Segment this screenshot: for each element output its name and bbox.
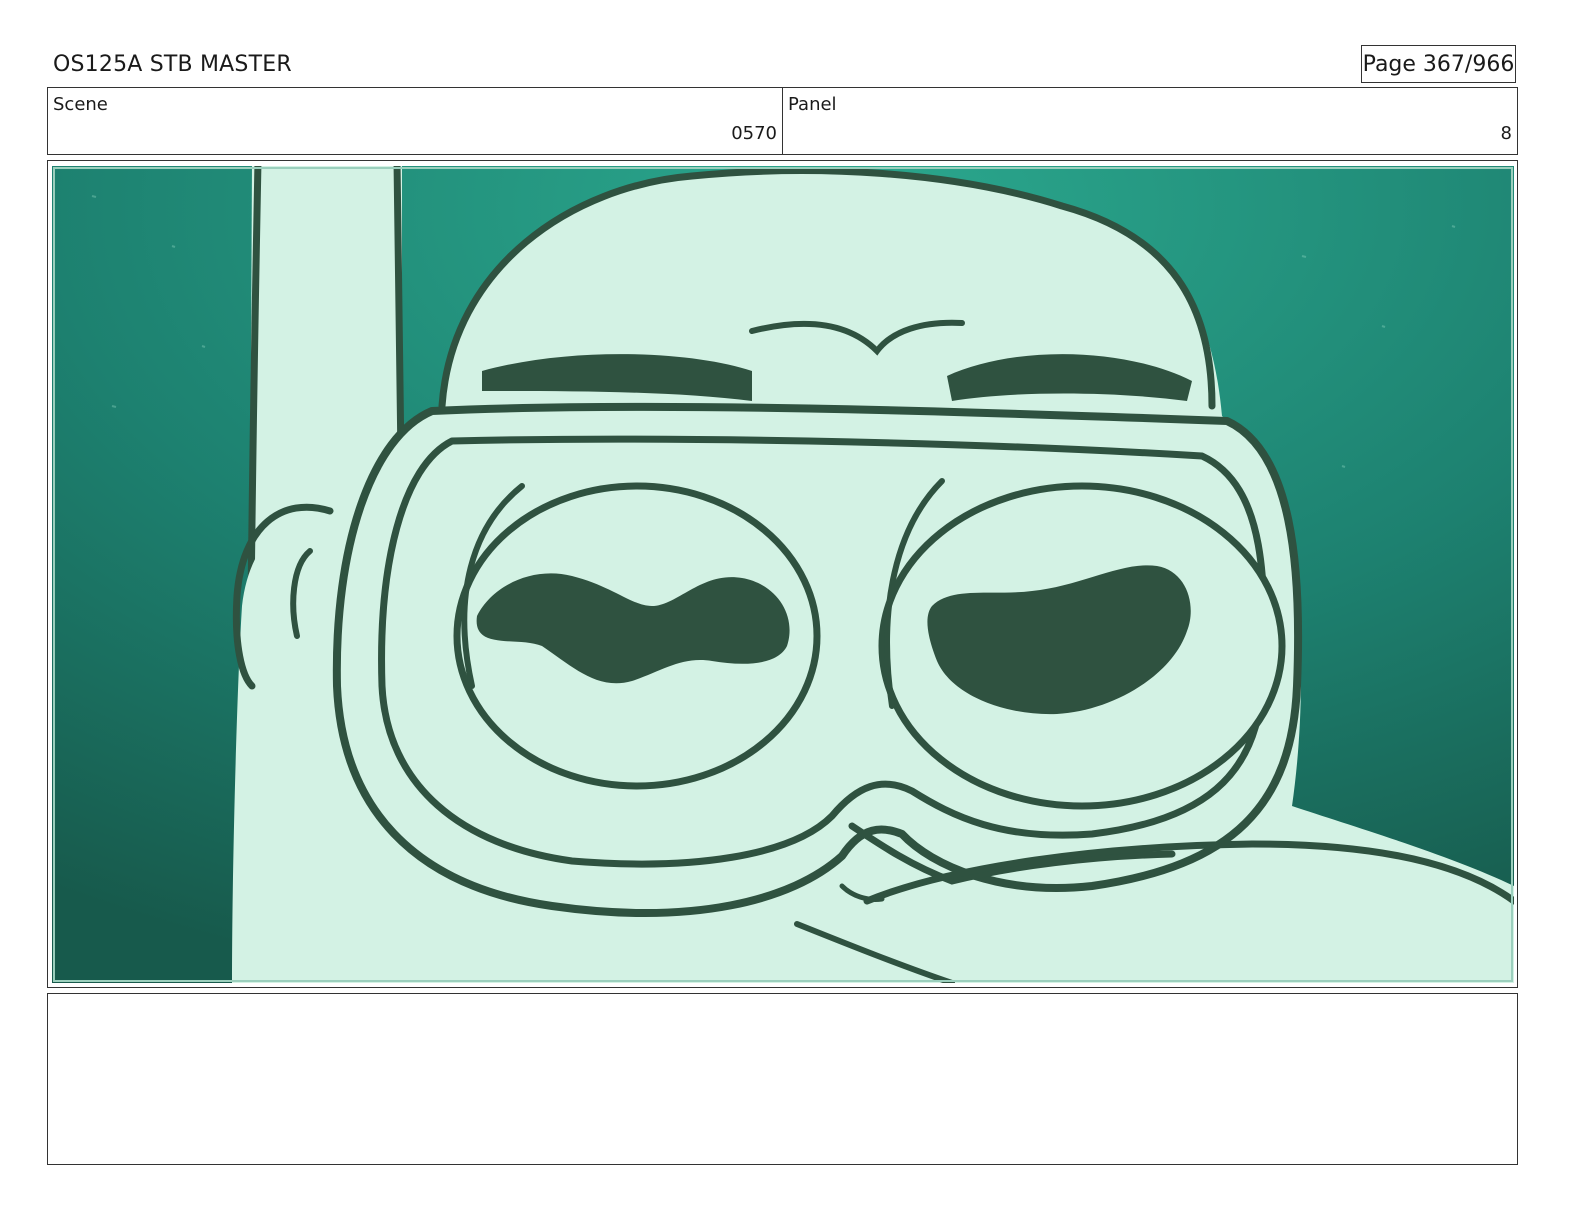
scene-number: 0570 bbox=[731, 123, 777, 144]
page-number-box: Page 367/966 bbox=[1361, 45, 1516, 83]
storyboard-drawing bbox=[52, 166, 1514, 983]
scene-label: Scene bbox=[53, 94, 108, 115]
notes-box bbox=[47, 993, 1518, 1165]
storyboard-frame bbox=[47, 160, 1518, 988]
document-title: OS125A STB MASTER bbox=[53, 52, 292, 77]
panel-number: 8 bbox=[1500, 123, 1512, 144]
page-number: Page 367/966 bbox=[1362, 51, 1515, 77]
panel-cell: Panel 8 bbox=[783, 88, 1517, 154]
scene-panel-info-row: Scene 0570 Panel 8 bbox=[47, 87, 1518, 155]
panel-label: Panel bbox=[788, 94, 837, 115]
scene-cell: Scene 0570 bbox=[48, 88, 783, 154]
